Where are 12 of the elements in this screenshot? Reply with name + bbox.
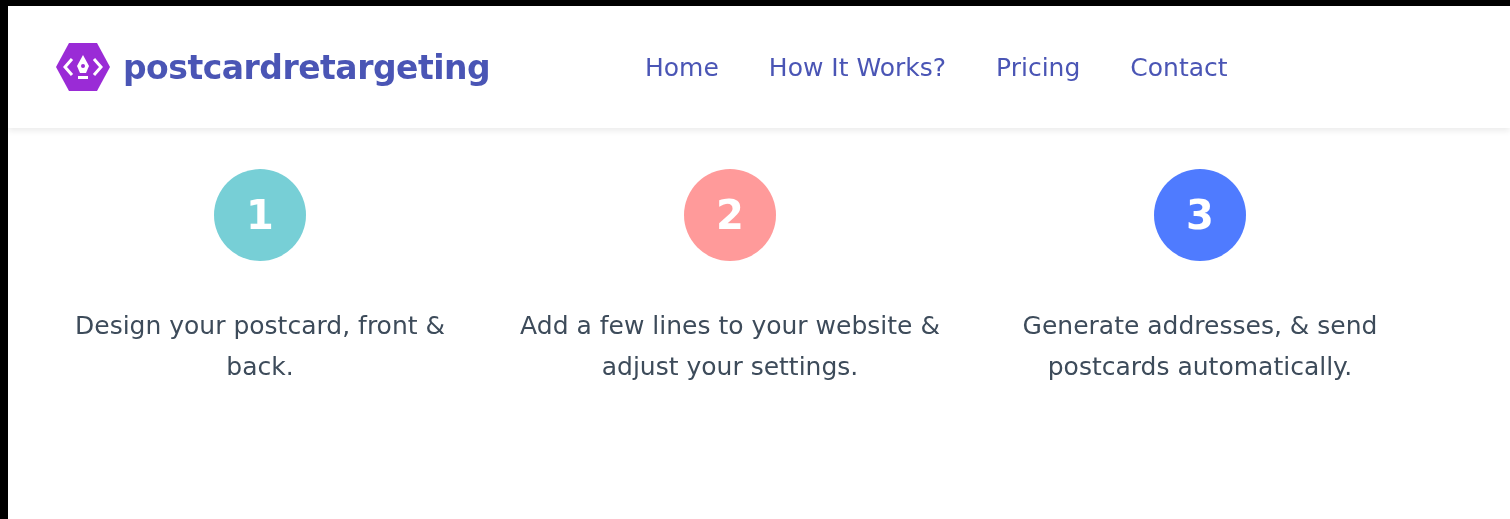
step-description: Design your postcard, front & back. bbox=[74, 310, 446, 383]
pen-nib-logo-icon bbox=[55, 42, 111, 92]
nav-link[interactable]: Home bbox=[645, 52, 719, 82]
nav-link[interactable]: How It Works? bbox=[768, 52, 947, 82]
step-number: 2 bbox=[684, 169, 776, 261]
brand-name: postcardretargeting bbox=[123, 47, 491, 87]
step-description: Generate addresses, & send postcards automatically. bbox=[1021, 310, 1379, 383]
nav-link[interactable]: Pricing bbox=[996, 52, 1081, 82]
step-number: 3 bbox=[1154, 169, 1246, 261]
nav-link[interactable]: Contact bbox=[1130, 52, 1228, 82]
step-description: Add a few lines to your website & adjust your settings. bbox=[520, 310, 940, 383]
step-number: 1 bbox=[214, 169, 306, 261]
